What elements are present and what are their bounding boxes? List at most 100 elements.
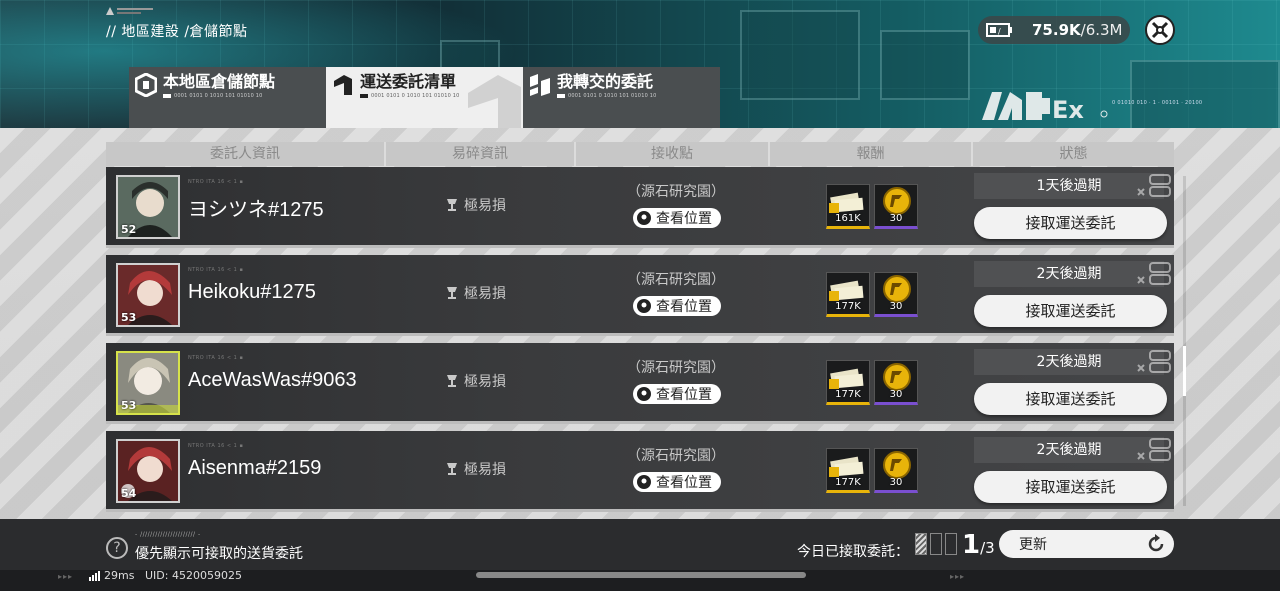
location-pin-icon — [637, 475, 651, 489]
capacity-current: 75.9K — [1032, 21, 1081, 39]
fragile-label: 極易損 — [464, 198, 506, 214]
list-scrollbar[interactable] — [1183, 176, 1186, 506]
delivery-list-watermark-icon — [468, 75, 521, 128]
client-name: Heikoku#1275 — [188, 281, 316, 303]
handover-icon — [530, 74, 550, 96]
fragile-info: 極易損 — [446, 195, 506, 215]
accept-delivery-button[interactable]: 接取運送委託 — [974, 471, 1167, 503]
client-name: ヨシツネ#1275 — [188, 199, 324, 221]
refresh-icon — [1148, 534, 1164, 552]
reward-money-item[interactable]: 177K — [826, 448, 870, 493]
fragile-label: 極易損 — [464, 462, 506, 478]
reward-token-item[interactable]: 30 — [874, 272, 918, 317]
avatar[interactable]: 53 — [116, 263, 180, 327]
table-row: 53 NTRO ITA 16 < 1 ▪ Heikoku#1275 極易損 （源… — [106, 255, 1174, 336]
hint-decoration: - ////////////////////// - — [135, 531, 201, 538]
reward-amount: 30 — [889, 301, 903, 312]
close-button[interactable] — [1145, 15, 1175, 45]
reward-money-item[interactable]: 177K — [826, 360, 870, 405]
fragile-info: 極易損 — [446, 283, 506, 303]
view-location-label: 查看位置 — [656, 387, 712, 403]
destination-name: （源石研究園） — [627, 272, 725, 288]
accepted-count: 1/3 — [962, 530, 995, 560]
table-row: 54 NTRO ITA 16 < 1 ▪ Aisenma#2159 極易損 （源… — [106, 431, 1174, 512]
client-name: AceWasWas#9063 — [188, 369, 357, 391]
accept-delivery-button[interactable]: 接取運送委託 — [974, 295, 1167, 327]
column-header: 接收點 — [576, 142, 770, 166]
tab-label: 我轉交的委託 — [557, 72, 654, 91]
tab-my-handovers[interactable]: 我轉交的委託 0001 0101 0 1010 101 01010 10 — [523, 67, 720, 128]
reward-amount: 177K — [835, 301, 861, 312]
player-level: 53 — [121, 399, 137, 412]
storage-capacity-display: / 75.9K/6.3M — [978, 16, 1130, 44]
user-id: UID: 4520059025 — [145, 569, 242, 582]
view-location-label: 查看位置 — [656, 211, 712, 227]
view-location-label: 查看位置 — [656, 299, 712, 315]
reward-amount: 177K — [835, 477, 861, 488]
reward-amount: 30 — [889, 389, 903, 400]
destination-name: （源石研究園） — [627, 184, 725, 200]
view-location-button[interactable]: 查看位置 — [633, 296, 721, 316]
delivery-list-icon — [334, 75, 352, 95]
reward-money-item[interactable]: 161K — [826, 184, 870, 229]
reward-amount: 30 — [889, 477, 903, 488]
reward-amount: 30 — [889, 213, 903, 224]
storage-node-icon — [135, 73, 157, 97]
location-pin-icon — [637, 387, 651, 401]
scrollbar-thumb[interactable] — [1183, 346, 1186, 396]
location-pin-icon — [637, 299, 651, 313]
block-x-icon — [1137, 262, 1171, 285]
avatar[interactable]: 54 — [116, 439, 180, 503]
block-x-icon — [1137, 438, 1171, 461]
close-icon — [1151, 21, 1169, 39]
tab-delivery-list[interactable]: 運送委託清單 0001 0101 0 1010 101 01010 10 — [326, 67, 523, 128]
signal-icon — [89, 570, 100, 581]
client-name: Aisenma#2159 — [188, 457, 322, 479]
capacity-max: /6.3M — [1080, 21, 1123, 39]
view-location-button[interactable]: 查看位置 — [633, 472, 721, 492]
column-header: 易碎資訊 — [386, 142, 576, 166]
view-location-button[interactable]: 查看位置 — [633, 384, 721, 404]
fragile-label: 極易損 — [464, 286, 506, 302]
priority-hint-label: 優先顯示可接取的送貨委託 — [135, 546, 303, 562]
accept-delivery-button[interactable]: 接取運送委託 — [974, 207, 1167, 239]
fragile-label: 極易損 — [464, 374, 506, 390]
fragile-info: 極易損 — [446, 459, 506, 479]
tab-bar: 本地區倉儲節點 0001 0101 0 1010 101 01010 10 運送… — [129, 67, 720, 128]
avatar[interactable]: 53 — [116, 351, 180, 415]
table-header: 委託人資訊 易碎資訊 接收點 報酬 狀態 — [106, 142, 1174, 166]
table-row: 52 NTRO ITA 16 < 1 ▪ ヨシツネ#1275 極易損 （源石研究… — [106, 167, 1174, 248]
tab-label: 運送委託清單 — [360, 72, 457, 91]
player-level: 52 — [121, 223, 137, 236]
refresh-label: 更新 — [1019, 537, 1047, 553]
accepted-slots-indicator — [915, 533, 960, 555]
refresh-button[interactable]: 更新 — [999, 530, 1174, 558]
company-logo-icon — [106, 7, 153, 15]
svg-text:Ex: Ex — [1052, 96, 1084, 122]
home-indicator[interactable] — [476, 572, 806, 578]
accept-delivery-button[interactable]: 接取運送委託 — [974, 383, 1167, 415]
column-header: 委託人資訊 — [106, 142, 386, 166]
reward-money-item[interactable]: 177K — [826, 272, 870, 317]
reward-amount: 161K — [835, 213, 861, 224]
view-location-button[interactable]: 查看位置 — [633, 208, 721, 228]
tab-local-storage[interactable]: 本地區倉儲節點 0001 0101 0 1010 101 01010 10 — [129, 67, 326, 128]
reward-token-item[interactable]: 30 — [874, 448, 918, 493]
block-x-icon — [1137, 174, 1171, 197]
brand-logo-icon: Ex — [982, 92, 1108, 122]
reward-token-item[interactable]: 30 — [874, 360, 918, 405]
player-level: 53 — [121, 311, 137, 324]
help-button[interactable]: ? — [106, 537, 128, 559]
svg-text:/: / — [998, 27, 1001, 36]
goblet-icon — [447, 463, 457, 475]
reward-token-item[interactable]: 30 — [874, 184, 918, 229]
reward-amount: 177K — [835, 389, 861, 400]
brand-code: 0 01010 010 · 1 · 00101 · 20100 — [1112, 100, 1203, 106]
player-level: 54 — [121, 487, 137, 500]
network-latency: 29ms — [89, 569, 134, 582]
block-x-icon — [1137, 350, 1171, 373]
destination-name: （源石研究園） — [627, 360, 725, 376]
avatar[interactable]: 52 — [116, 175, 180, 239]
column-header: 報酬 — [770, 142, 973, 166]
today-accepted-label: 今日已接取委託： — [797, 544, 909, 560]
